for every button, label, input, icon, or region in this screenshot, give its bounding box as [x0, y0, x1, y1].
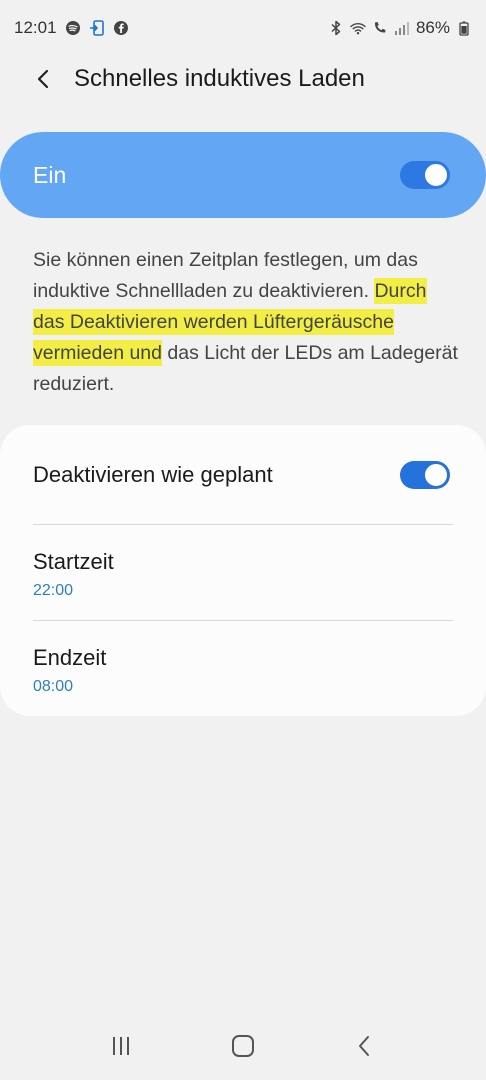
recent-apps-button[interactable] [97, 1022, 145, 1070]
battery-percent: 86% [415, 18, 450, 37]
master-switch-label: Ein [33, 161, 67, 188]
sim-transfer-icon [89, 20, 105, 36]
status-right: 86% [328, 18, 472, 38]
back-nav-button[interactable] [341, 1022, 389, 1070]
status-bar: 12:01 86% [0, 0, 486, 56]
schedule-label: Deaktivieren wie geplant [33, 462, 273, 487]
schedule-toggle[interactable] [400, 461, 450, 489]
settings-card: Deaktivieren wie geplant Startzeit 22:00… [0, 425, 486, 716]
description-part1: Sie können einen Zeitplan festlegen, um … [33, 249, 418, 302]
back-nav-icon [359, 1036, 369, 1056]
schedule-row[interactable]: Deaktivieren wie geplant [33, 425, 450, 525]
app-header: Schnelles induktives Laden [0, 50, 486, 108]
navigation-bar [0, 1012, 486, 1080]
start-time-row[interactable]: Startzeit 22:00 [33, 549, 453, 600]
battery-icon [456, 20, 472, 36]
divider [33, 620, 453, 621]
end-time-label: Endzeit [33, 645, 107, 670]
start-time-value: 22:00 [33, 582, 74, 599]
master-switch-bar[interactable]: Ein [0, 132, 486, 218]
signal-icon [394, 20, 410, 36]
description-text: Sie können einen Zeitplan festlegen, um … [33, 245, 463, 400]
chevron-left-icon [37, 69, 49, 89]
divider [33, 524, 453, 525]
home-button[interactable] [219, 1022, 267, 1070]
home-icon [232, 1035, 254, 1057]
call-icon [372, 20, 388, 36]
back-button[interactable] [20, 55, 68, 103]
master-toggle[interactable] [400, 161, 450, 189]
status-time: 12:01 [14, 18, 57, 37]
bluetooth-icon [328, 20, 344, 36]
wifi-icon [350, 20, 366, 36]
toggle-knob [423, 162, 449, 188]
end-time-row[interactable]: Endzeit 08:00 [33, 645, 453, 696]
status-left: 12:01 [14, 18, 129, 38]
toggle-knob [423, 462, 449, 488]
recent-apps-icon [113, 1037, 129, 1055]
facebook-icon [113, 20, 129, 36]
start-time-label: Startzeit [33, 549, 114, 574]
page-title: Schnelles induktives Laden [74, 65, 365, 92]
spotify-icon [65, 20, 81, 36]
end-time-value: 08:00 [33, 678, 74, 695]
